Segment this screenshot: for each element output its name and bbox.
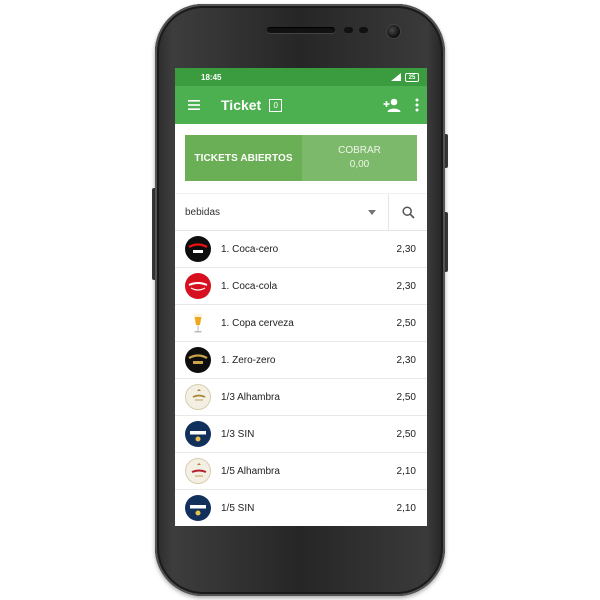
coca-cola-logo-icon — [185, 273, 211, 299]
product-price: 2,10 — [396, 465, 416, 477]
product-name: 1/5 SIN — [221, 502, 255, 514]
product-price: 2,50 — [396, 428, 416, 440]
product-name: 1. Copa cerveza — [221, 317, 294, 329]
product-price: 2,30 — [396, 243, 416, 255]
phone-sensor — [344, 27, 353, 33]
product-price: 2,50 — [396, 317, 416, 329]
page-title: Ticket — [221, 97, 262, 113]
add-customer-icon[interactable] — [383, 97, 401, 113]
open-tickets-button[interactable]: TICKETS ABIERTOS — [185, 135, 302, 181]
buckler-logo-icon — [185, 421, 211, 447]
menu-icon[interactable] — [187, 98, 201, 112]
buckler-logo-icon — [185, 495, 211, 521]
ticket-actions: TICKETS ABIERTOS COBRAR 0,00 — [185, 135, 417, 181]
product-row[interactable]: 1/3 SIN 2,50 — [175, 416, 427, 453]
battery-icon: 25 — [405, 72, 419, 82]
product-name: 1. Coca-cola — [221, 280, 278, 292]
product-row[interactable]: 1. Copa cerveza 2,50 — [175, 305, 427, 342]
product-name: 1/3 SIN — [221, 428, 255, 440]
product-row[interactable]: 1/3 Alhambra 2,50 — [175, 379, 427, 416]
product-row[interactable]: 1/5 SIN 2,10 — [175, 490, 427, 526]
coca-cola-zero-logo-icon — [185, 347, 211, 373]
coca-cola-zero-logo-icon — [185, 236, 211, 262]
beer-glass-icon — [185, 310, 211, 336]
status-time: 18:45 — [201, 72, 222, 82]
product-name: 1. Coca-cero — [221, 243, 279, 255]
app-bar: Ticket 0 — [175, 86, 427, 124]
status-bar: 18:45 25 — [175, 68, 427, 86]
product-price: 2,50 — [396, 391, 416, 403]
alhambra-logo-icon — [185, 458, 211, 484]
search-button[interactable] — [388, 194, 427, 230]
category-value: bebidas — [185, 206, 221, 218]
signal-icon — [391, 73, 401, 81]
app-screen: 18:45 25 Ticket 0 TICKETS ABIERTOS COBRA… — [175, 68, 427, 526]
charge-label: COBRAR — [338, 145, 381, 156]
product-row[interactable]: 1. Zero-zero 2,30 — [175, 342, 427, 379]
product-name: 1/3 Alhambra — [221, 391, 280, 403]
product-list: 1. Coca-cero 2,30 1. Coca-cola 2,30 1. C… — [175, 231, 427, 526]
product-row[interactable]: 1. Coca-cola 2,30 — [175, 268, 427, 305]
phone-sensor — [359, 27, 368, 33]
phone-speaker — [267, 27, 335, 33]
category-filter: bebidas — [175, 193, 427, 231]
category-select[interactable]: bebidas — [175, 194, 388, 230]
charge-button[interactable]: COBRAR 0,00 — [302, 135, 417, 181]
product-row[interactable]: 1/5 Alhambra 2,10 — [175, 453, 427, 490]
product-row[interactable]: 1. Coca-cero 2,30 — [175, 231, 427, 268]
product-price: 2,30 — [396, 280, 416, 292]
product-name: 1/5 Alhambra — [221, 465, 280, 477]
product-name: 1. Zero-zero — [221, 354, 276, 366]
product-price: 2,10 — [396, 502, 416, 514]
charge-amount: 0,00 — [349, 159, 370, 170]
ticket-count-badge: 0 — [269, 98, 283, 112]
dropdown-arrow-icon — [368, 209, 376, 215]
search-icon — [401, 205, 415, 219]
phone-camera — [387, 25, 400, 38]
more-options-icon[interactable] — [415, 98, 419, 112]
product-price: 2,30 — [396, 354, 416, 366]
alhambra-logo-icon — [185, 384, 211, 410]
